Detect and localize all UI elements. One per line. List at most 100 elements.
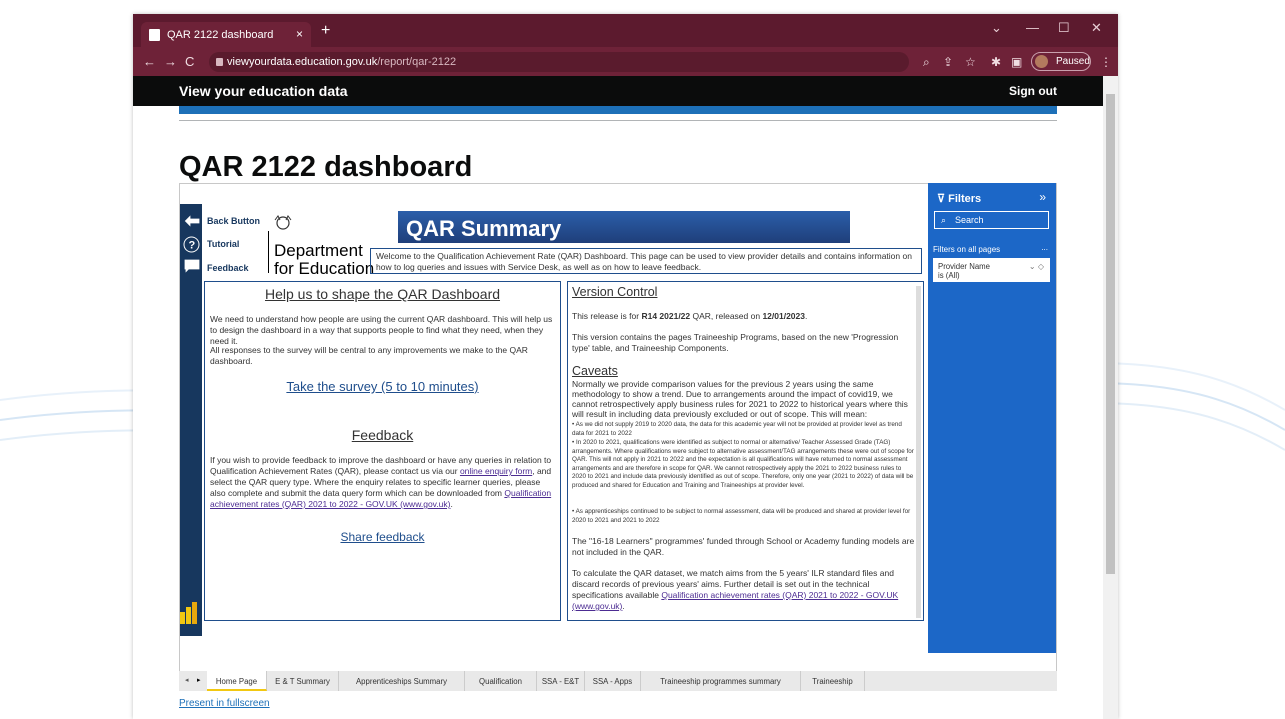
next-page-icon[interactable]: ▸ [197, 676, 201, 684]
svg-text:?: ? [189, 240, 196, 252]
filters-title-text: Filters [948, 193, 982, 205]
tab-title: QAR 2122 dashboard [167, 28, 274, 41]
feedback-heading: Feedback [351, 427, 414, 443]
url-bar[interactable]: viewyourdata.education.gov.uk/report/qar… [209, 52, 909, 72]
filter-search-input[interactable]: ⌕ Search [934, 211, 1049, 229]
tab-traineeship[interactable]: Traineeship [801, 671, 865, 691]
address-toolbar: ← → C viewyourdata.education.gov.uk/repo… [133, 47, 1118, 76]
url-domain: viewyourdata.education.gov.uk [227, 56, 378, 68]
sign-out-link[interactable]: Sign out [1009, 84, 1057, 98]
caveats-heading: Caveats [572, 364, 618, 378]
survey-para-2: All responses to the survey will be cent… [210, 345, 528, 366]
release-c: QAR, released on [690, 311, 763, 321]
speech-bubble-icon [183, 258, 201, 275]
zoom-icon[interactable]: ⌕ [923, 55, 930, 70]
version-contains-text: This version contains the pages Trainees… [572, 332, 899, 353]
side-panel-icon[interactable]: ▣ [1011, 55, 1022, 69]
provider-name-filter-card[interactable]: Provider Name is (All) ⌄ ◇ [933, 258, 1050, 282]
maximize-button[interactable]: ☐ [1058, 20, 1070, 36]
tab-close-icon[interactable]: × [296, 27, 303, 41]
share-feedback-link[interactable]: Share feedback [205, 530, 560, 544]
tab-traineeship-programmes-summary[interactable]: Traineeship programmes summary [641, 671, 801, 691]
version-control-heading: Version Control [572, 285, 658, 299]
caveat-bullet-1: • As we did not supply 2019 to 2020 data… [572, 421, 902, 437]
learners-text: The "16-18 Learners" programmes' funded … [572, 536, 915, 557]
browser-titlebar: QAR 2122 dashboard × + ⌄ — ☐ ✕ [133, 14, 1118, 47]
reload-icon[interactable]: C [185, 54, 194, 69]
survey-para-1: We need to understand how people are usi… [210, 314, 553, 346]
caveat-bullet-3: • As apprenticeships continued to be sub… [572, 508, 911, 524]
take-survey-link[interactable]: Take the survey (5 to 10 minutes) [205, 379, 560, 394]
bookmark-star-icon[interactable]: ☆ [965, 55, 976, 69]
tab-ssa-et[interactable]: SSA - E&T [537, 671, 585, 691]
dfe-logo-text: Department for Education [274, 242, 374, 278]
browser-tab[interactable]: QAR 2122 dashboard × [141, 22, 311, 47]
tab-qualification[interactable]: Qualification [465, 671, 537, 691]
share-icon[interactable]: ⇪ [943, 55, 953, 69]
profile-button[interactable]: Paused [1031, 52, 1091, 71]
tab-search-icon[interactable]: ⌄ [991, 20, 1002, 36]
calc-text: To calculate the QAR dataset, we match a… [572, 568, 917, 612]
feedback-text: If you wish to provide feedback to impro… [210, 455, 555, 510]
browser-menu-icon[interactable]: ⋮ [1100, 55, 1112, 69]
powerbi-report: Back Button ? Tutorial Feedback Departme… [179, 183, 1057, 676]
caveats-text: Normally we provide comparison values fo… [572, 379, 908, 419]
tab-ssa-apps[interactable]: SSA - Apps [585, 671, 641, 691]
tab-home-page[interactable]: Home Page [207, 671, 267, 691]
present-fullscreen-link[interactable]: Present in fullscreen [179, 698, 270, 709]
filters-title: ⊽ Filters [937, 193, 982, 205]
back-arrow-outline-icon [183, 213, 201, 229]
filter-search-placeholder: Search [955, 215, 984, 225]
forward-arrow-icon[interactable]: → [164, 54, 177, 69]
minimize-button[interactable]: — [1026, 20, 1039, 35]
browser-window: QAR 2122 dashboard × + ⌄ — ☐ ✕ ← → C vie… [133, 14, 1118, 719]
enquiry-form-link[interactable]: online enquiry form [460, 466, 532, 476]
desktop-background: QAR 2122 dashboard × + ⌄ — ☐ ✕ ← → C vie… [0, 0, 1285, 719]
profile-status: Paused [1056, 56, 1090, 67]
collapse-filters-icon[interactable]: » [1039, 190, 1046, 204]
search-icon: ⌕ [941, 215, 947, 225]
prev-page-icon[interactable]: ◂ [185, 676, 189, 684]
scrollbar-thumb[interactable] [1106, 94, 1115, 574]
url-path: /report/qar-2122 [377, 56, 457, 68]
filter-card-value: is (All) [938, 271, 960, 280]
survey-heading: Help us to shape the QAR Dashboard [264, 286, 501, 302]
filters-on-all-pages-label: Filters on all pages [933, 245, 1001, 254]
chevron-down-icon[interactable]: ⌄ ◇ [1029, 262, 1044, 271]
royal-crest-icon [274, 215, 292, 230]
help-icon: ? [183, 236, 200, 253]
filters-pane: ⊽ Filters » ⌕ Search Filters on all page… [928, 183, 1056, 653]
extensions-icon[interactable]: ✱ [991, 55, 1001, 69]
version-caveats-panel: Version Control This release is for R14 … [567, 281, 924, 621]
more-options-icon[interactable]: ... [1041, 243, 1048, 252]
qar-summary-banner: QAR Summary [398, 211, 850, 243]
report-page-tabs: ◂ ▸ Home Page E & T Summary Apprenticesh… [179, 671, 1057, 691]
page-title: QAR 2122 dashboard [179, 151, 473, 183]
site-brand[interactable]: View your education data [179, 83, 348, 99]
logo-divider [268, 231, 269, 273]
close-window-button[interactable]: ✕ [1091, 20, 1102, 36]
release-a: This release is for [572, 311, 642, 321]
site-header: View your education data Sign out [133, 76, 1103, 106]
tab-apprenticeships-summary[interactable]: Apprenticeships Summary [339, 671, 465, 691]
page-scrollbar[interactable] [1103, 76, 1118, 719]
lock-icon [216, 58, 223, 66]
release-date: 12/01/2023 [762, 311, 805, 321]
powerbi-logo-icon [180, 602, 197, 624]
avatar [1035, 55, 1048, 68]
logo-line-2: for Education [274, 259, 375, 278]
new-tab-button[interactable]: + [321, 22, 330, 40]
back-arrow-icon[interactable]: ← [143, 54, 156, 69]
release-e: . [804, 311, 808, 321]
tutorial-label: Tutorial [207, 239, 240, 249]
back-button-label: Back Button [207, 216, 261, 226]
intro-text: Welcome to the Qualification Achievement… [370, 248, 922, 274]
header-accent-bar [179, 106, 1057, 114]
tab-et-summary[interactable]: E & T Summary [267, 671, 339, 691]
logo-line-1: Department [274, 241, 363, 260]
calc-end: . [622, 601, 625, 611]
release-text: This release is for R14 2021/22 QAR, rel… [572, 311, 912, 322]
feedback-text-c: . [450, 499, 453, 509]
divider [179, 120, 1057, 121]
report-favicon-icon [149, 28, 160, 41]
